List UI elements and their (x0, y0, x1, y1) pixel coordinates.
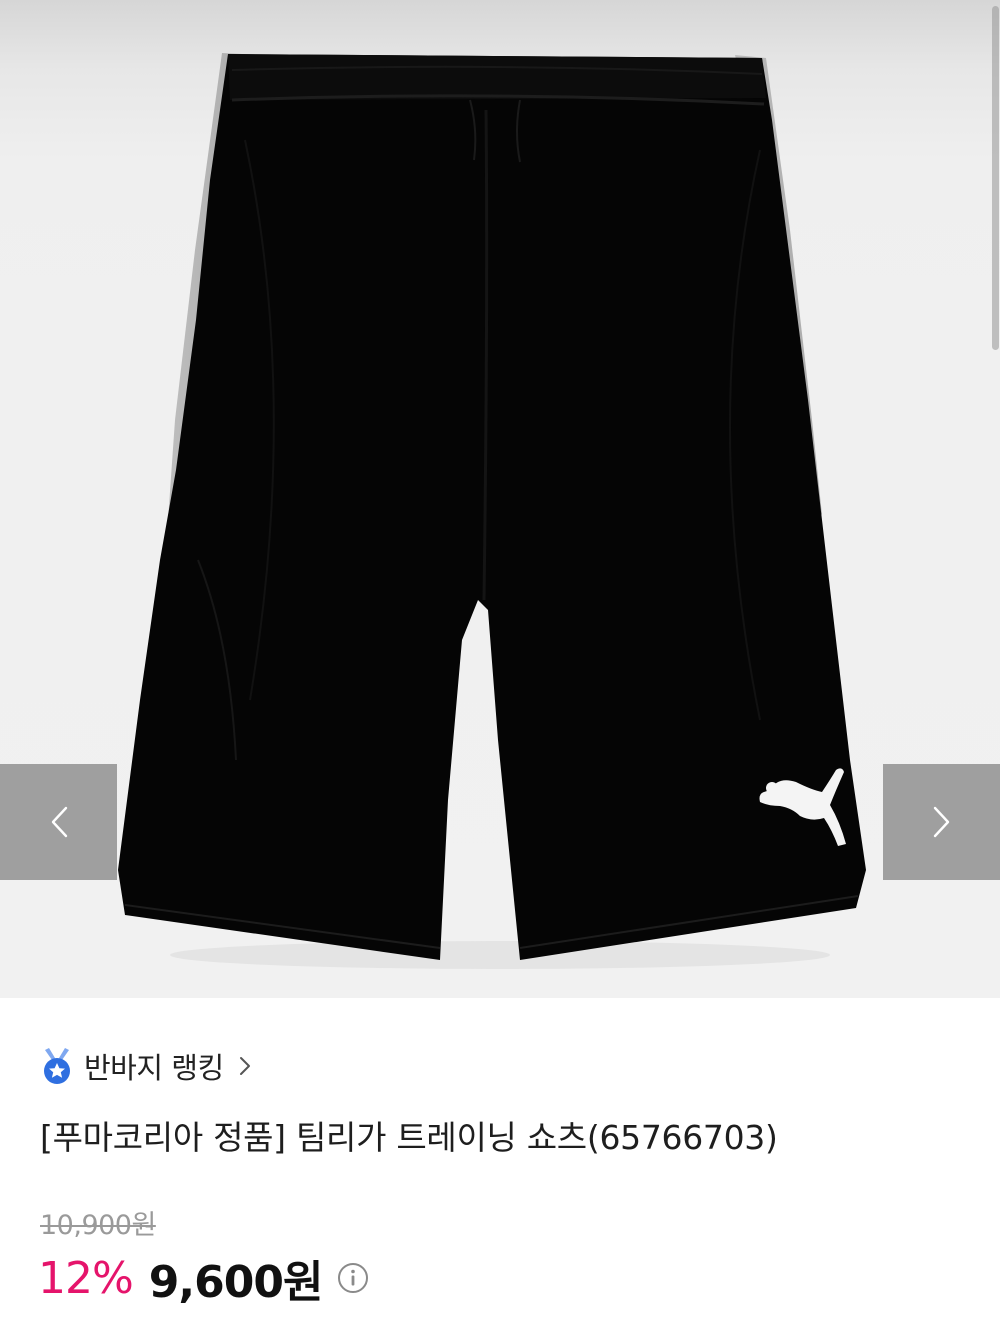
discount-rate: 12% (38, 1252, 134, 1304)
chevron-left-icon (51, 806, 67, 838)
medal-icon (44, 1048, 70, 1084)
ranking-label: 반바지 랭킹 (84, 1051, 224, 1085)
product-info: 반바지 랭킹 [푸마코리아 정품] 팀리가 트레이닝 쇼츠(65766703) … (0, 998, 1000, 1337)
next-image-button[interactable] (883, 764, 1000, 880)
previous-image-button[interactable] (0, 764, 117, 880)
product-detail-page: 반바지 랭킹 [푸마코리아 정품] 팀리가 트레이닝 쇼츠(65766703) … (0, 0, 1000, 1337)
sale-price: 9,600원 (148, 1257, 324, 1308)
price-row: 12% 9,600원 (38, 1248, 370, 1308)
chevron-right-icon (239, 1057, 250, 1075)
product-image-gallery[interactable] (0, 0, 1000, 998)
scrollbar-thumb[interactable] (992, 6, 999, 350)
original-price: 10,900원 (40, 1210, 156, 1241)
ranking-link[interactable]: 반바지 랭킹 (40, 1046, 254, 1086)
info-icon[interactable] (336, 1261, 370, 1295)
chevron-right-icon (933, 806, 949, 838)
product-image (118, 53, 866, 969)
product-title: [푸마코리아 정품] 팀리가 트레이닝 쇼츠(65766703) (40, 1118, 778, 1157)
